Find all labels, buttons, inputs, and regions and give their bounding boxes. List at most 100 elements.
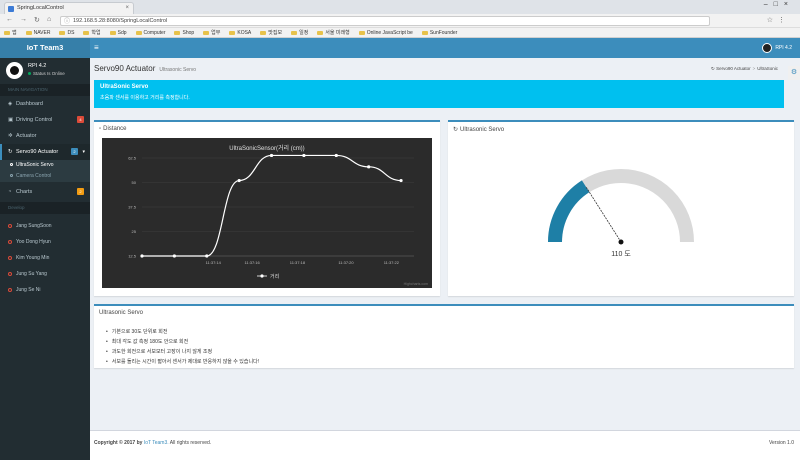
callout-title: UltraSonic Servo (100, 84, 149, 90)
sidebar-subitem-ultrasonic-servo[interactable]: UltraSonic Servo (0, 160, 90, 171)
data-point[interactable] (302, 153, 306, 158)
online-dot-icon (28, 72, 31, 75)
data-point[interactable] (399, 178, 403, 183)
bookmark-item[interactable]: SunFounder (421, 28, 457, 37)
page-subtitle: Ultrasonic Servo (159, 67, 197, 73)
sidebar-item-servo90-actuator[interactable]: ↻ Servo90 Actuator 2 ▾ (0, 144, 90, 160)
car-icon: ▣ (8, 117, 14, 123)
bookmark-label: 학업 (91, 30, 101, 36)
gauge-needle (586, 187, 622, 243)
sidebar-member[interactable]: Yoo Dong Hyun (0, 234, 90, 250)
data-point[interactable] (334, 153, 338, 158)
bookmark-label: NAVER (33, 30, 51, 36)
bookmark-label: Online JavaScript be (366, 30, 413, 36)
browser-tabbar: SpringLocalControl × –□× (0, 0, 800, 14)
bookmarks-bar: 앱 NAVER DS 학업 Sdp Computer Shop 업무 KOSA 맛집모 일정 서울 미… (0, 28, 800, 38)
sidebar-member[interactable]: Jang SungSoon (0, 218, 90, 234)
info-box-title: Ultrasonic Servo (99, 310, 144, 316)
distance-box: ▫ Distance UltraSonicSensor(거리 (cm)) High… (94, 120, 440, 296)
chart-legend[interactable]: 거리 (257, 273, 279, 280)
bookmark-item[interactable]: 학업 (83, 28, 101, 37)
bookmark-item[interactable]: Shop (174, 28, 194, 37)
gauge-fill (548, 180, 590, 243)
circle-icon (8, 255, 12, 260)
sidebar-subitem-label: Camera Control (16, 173, 52, 179)
hamburger-icon[interactable]: ≡ (94, 43, 99, 52)
bookmark-item[interactable]: NAVER (25, 28, 51, 37)
member-name: Jung Su Yang (16, 271, 47, 277)
close-tab-icon[interactable]: × (125, 3, 129, 14)
app-logo[interactable]: IoT Team3 (0, 38, 90, 58)
bookmark-item[interactable]: Online JavaScript be (358, 28, 413, 37)
distance-chart-svg: UltraSonicSensor(거리 (cm)) Highcharts.com… (128, 144, 428, 286)
folder-icon (59, 30, 66, 35)
folder-icon (358, 30, 365, 35)
footer: Copyright © 2017 by IoT Team3. All right… (90, 430, 800, 460)
sidebar-member[interactable]: Kim Young Min (0, 250, 90, 266)
bookmark-item[interactable]: Computer (135, 28, 165, 37)
breadcrumb-item: UltraSonic (757, 66, 778, 71)
bookmark-item[interactable]: DS (59, 28, 75, 37)
bookmark-item[interactable]: 서울 미래형 (317, 28, 350, 37)
circle-icon (10, 174, 13, 178)
url-input[interactable]: ⓘ 192.168.5.28:8080/SpringLocalControl (60, 16, 710, 26)
info-list: 기본으로 30도 단위로 회전 최대 각도 값 측정 180도 안으로 회전 과… (106, 328, 259, 368)
bookmark-label: 앱 (12, 30, 17, 36)
sidebar-member[interactable]: Jung Se Ni (0, 282, 90, 298)
bookmark-item[interactable]: KOSA (229, 28, 252, 37)
chart-title: UltraSonicSensor(거리 (cm)) (229, 144, 304, 152)
user-avatar (6, 62, 23, 79)
bookmark-item[interactable]: Sdp (109, 28, 127, 37)
data-point[interactable] (172, 254, 176, 258)
sidebar-item-dashboard[interactable]: ◈ Dashboard (0, 96, 90, 112)
user-menu[interactable]: RPI 4.2 (761, 42, 792, 54)
circle-icon (8, 239, 12, 244)
sidebar-item-actuator[interactable]: ✲ Actuator (0, 128, 90, 144)
sidebar-member[interactable]: Jung Su Yang (0, 266, 90, 282)
browser-extension-icons[interactable]: ☆⋮ (767, 16, 790, 24)
sidebar: RPI 4.2 Status Is Online MAIN NAVIGATION… (0, 58, 90, 460)
bookmark-item[interactable]: 맛집모 (260, 28, 282, 37)
x-tick-label: 11:37:16 (244, 260, 260, 265)
gauge-pivot (618, 239, 624, 245)
user-status-text: Status Is Online (33, 71, 65, 76)
browser-tab[interactable]: SpringLocalControl × (4, 2, 134, 14)
settings-gear-icon[interactable]: ⚙ (788, 66, 800, 80)
sidebar-item-label: Driving Control (16, 117, 53, 123)
data-point[interactable] (205, 254, 209, 258)
home-icon[interactable]: ⌂ (47, 16, 51, 23)
sidebar-item-driving-control[interactable]: ▣ Driving Control 4 (0, 112, 90, 128)
badge: 2 (71, 148, 78, 155)
rights-text: All rights reserved. (169, 440, 212, 446)
bookmark-label: 일정 (299, 30, 309, 36)
data-point[interactable] (269, 153, 274, 158)
bookmark-item[interactable]: 일정 (291, 28, 309, 37)
bookmark-label: DS (67, 30, 75, 36)
data-point[interactable] (237, 178, 241, 183)
sidebar-subitem-camera-control[interactable]: Camera Control (0, 171, 90, 182)
legend-label: 거리 (270, 273, 279, 280)
sidebar-item-charts[interactable]: ◔ Charts 2 (0, 184, 90, 200)
bookmark-item[interactable]: 앱 (4, 28, 17, 37)
footer-brand-link[interactable]: IoT Team3. (144, 440, 169, 446)
bookmark-label: KOSA (237, 30, 252, 36)
x-tick-label: 11:37:18 (290, 260, 306, 265)
gauge-value-label: 110 도 (611, 250, 631, 258)
circle-icon (8, 223, 12, 228)
reload-icon[interactable]: ↻ (34, 16, 40, 24)
badge: 4 (77, 116, 84, 123)
y-tick-label: 37.5 (128, 205, 137, 210)
breadcrumb-item[interactable]: Servo90 Actuator (716, 66, 751, 71)
servo-box: ↻ Ultrasonic Servo 110 도 (448, 120, 794, 296)
data-point[interactable] (140, 254, 144, 258)
data-point[interactable] (367, 165, 371, 169)
forward-icon[interactable]: → (20, 16, 27, 23)
back-icon[interactable]: ← (6, 16, 13, 23)
dashboard-icon: ◈ (8, 101, 13, 107)
window-controls[interactable]: –□× (764, 1, 794, 8)
refresh-icon: ↻ (8, 149, 13, 155)
servo-box-title: ↻ Ultrasonic Servo (453, 126, 504, 133)
x-tick-label: 11:37:14 (206, 260, 222, 265)
distance-title-text: Distance (103, 126, 127, 132)
bookmark-item[interactable]: 업무 (203, 28, 220, 37)
